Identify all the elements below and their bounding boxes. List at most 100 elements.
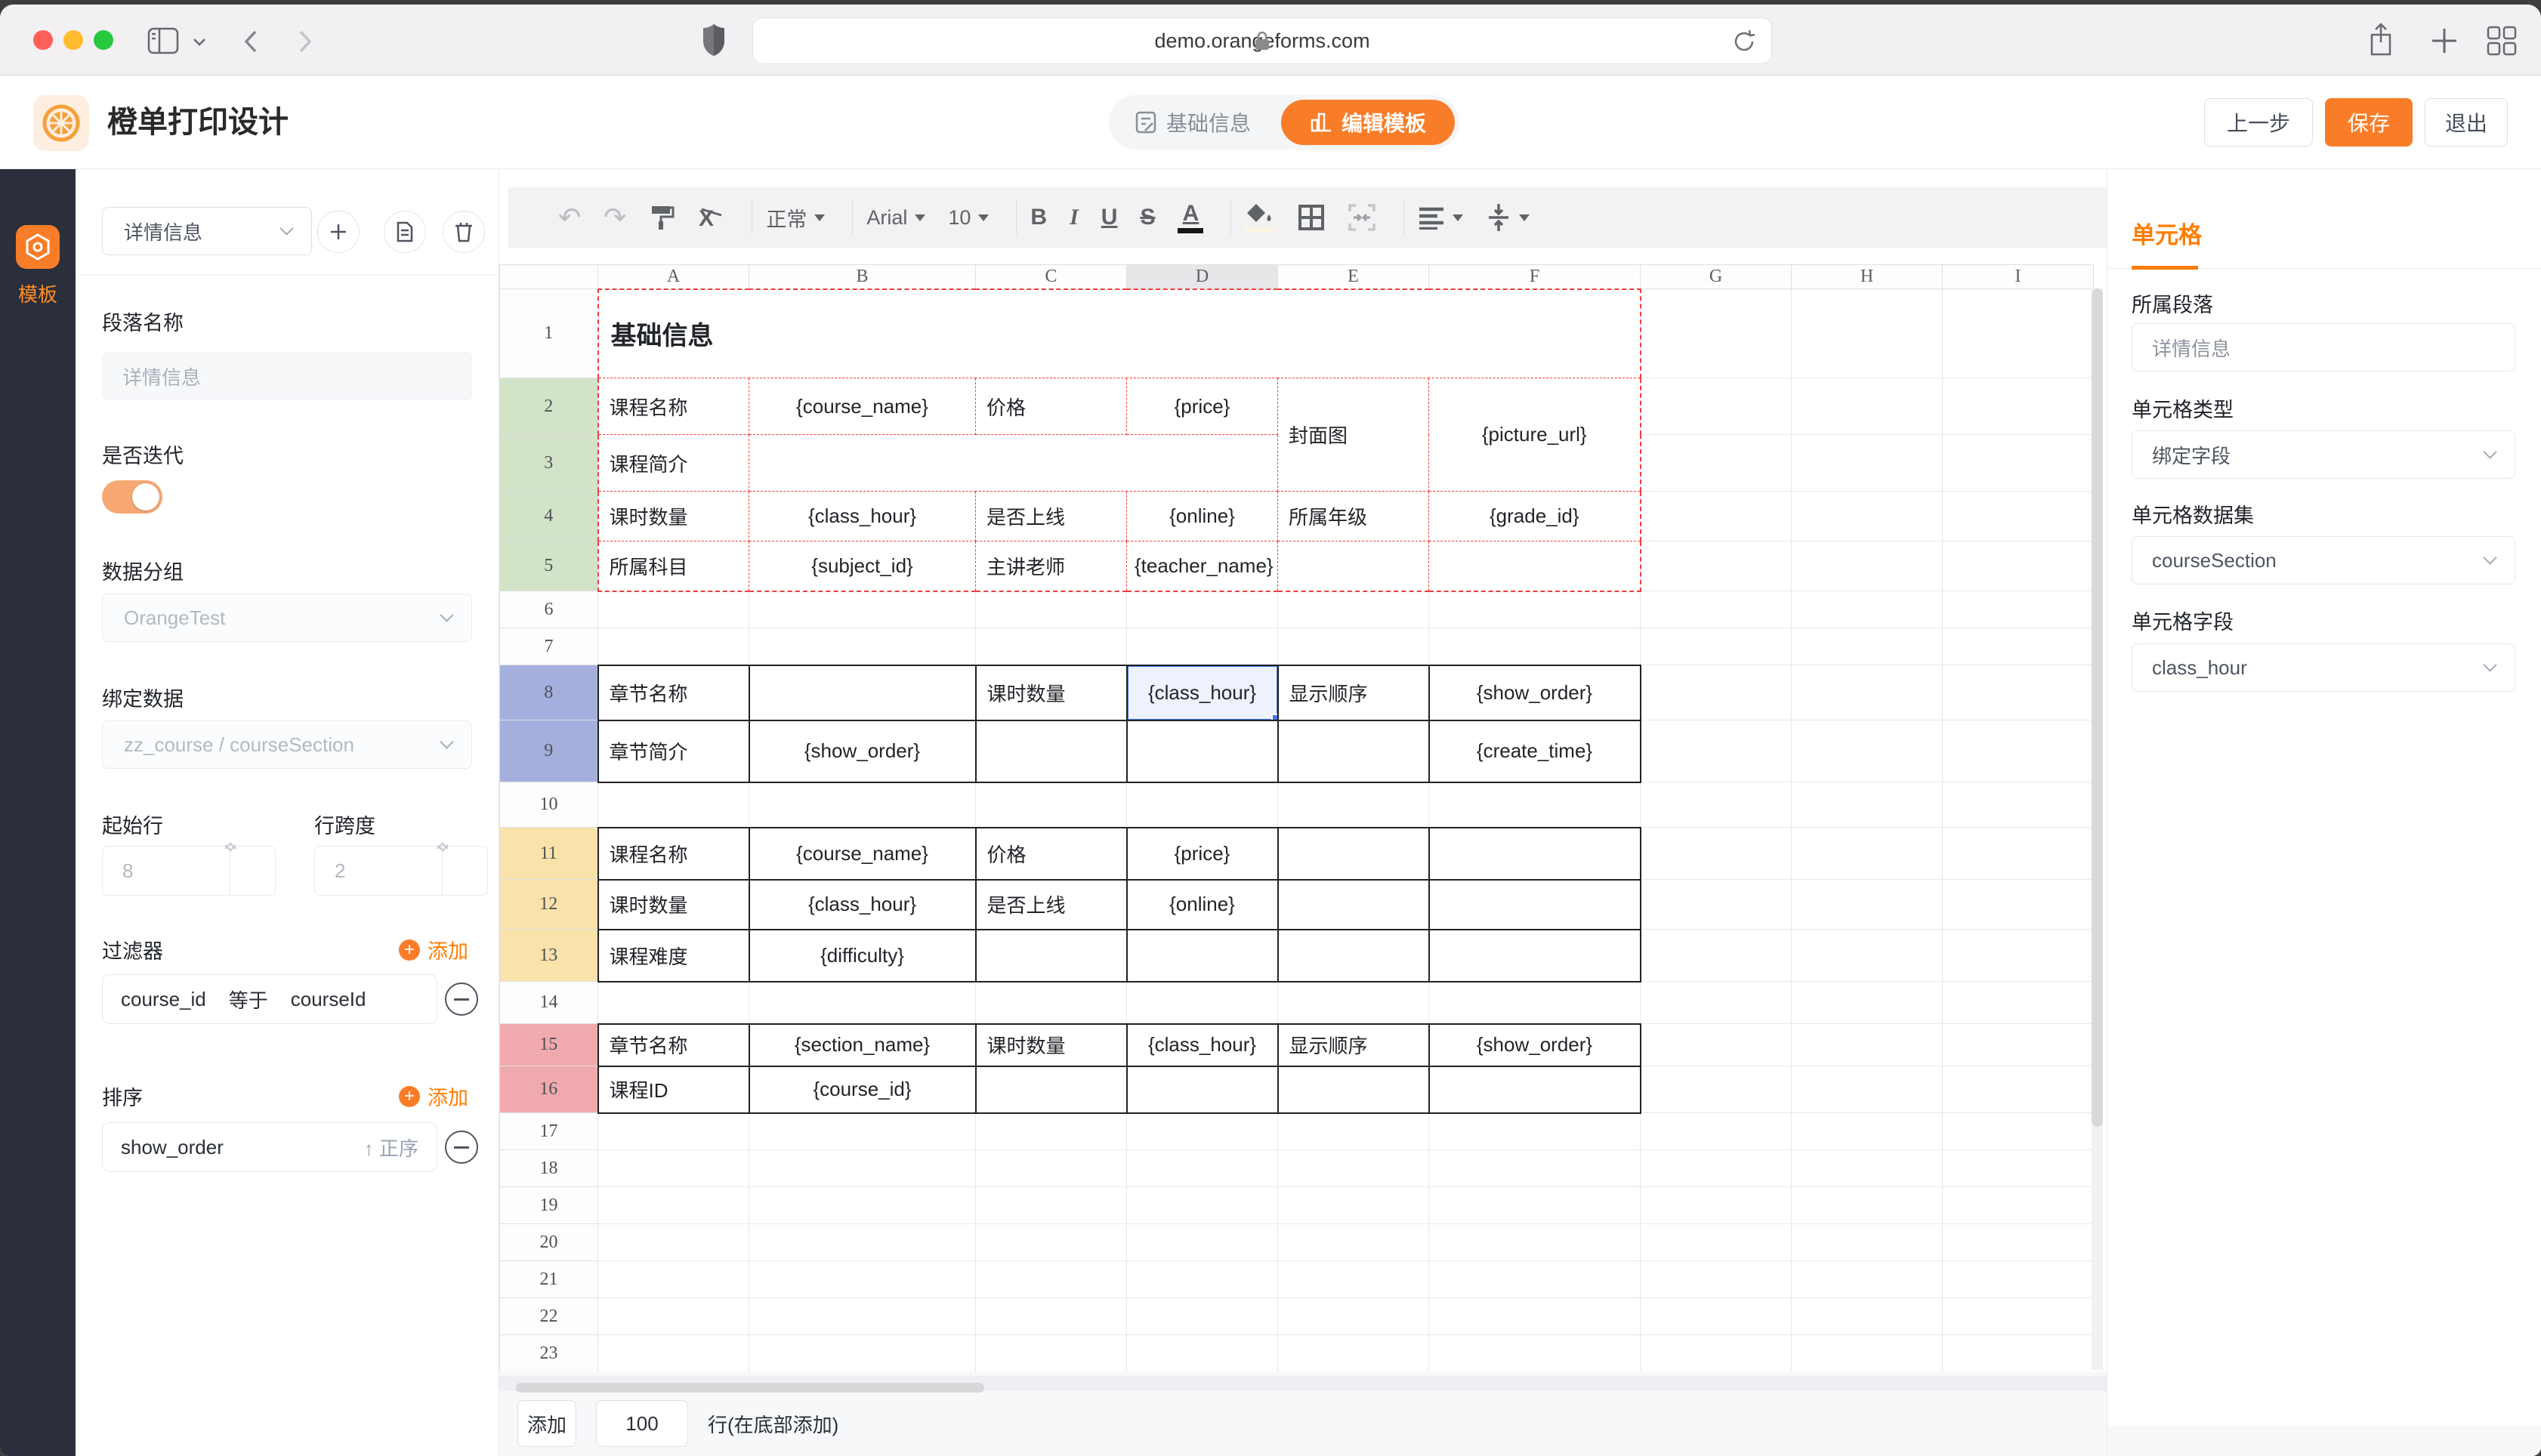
- cell[interactable]: [1792, 720, 1943, 782]
- row-header-14[interactable]: 14: [500, 982, 598, 1024]
- row-header-1[interactable]: 1: [500, 289, 598, 378]
- cell[interactable]: [976, 1187, 1127, 1224]
- cell-e5[interactable]: [1278, 541, 1429, 591]
- cell-d9[interactable]: [1127, 720, 1278, 782]
- url-bar[interactable]: demo.orangeforms.com: [752, 17, 1772, 64]
- merge-cells-icon[interactable]: [1348, 203, 1376, 232]
- minimize-window-button[interactable]: [63, 30, 83, 50]
- row-header-9[interactable]: 9: [500, 720, 598, 782]
- row-header-17[interactable]: 17: [500, 1113, 598, 1150]
- row-header-8[interactable]: 8: [500, 665, 598, 720]
- cell[interactable]: [1792, 591, 1943, 628]
- cell[interactable]: [1278, 591, 1429, 628]
- cell-a4[interactable]: 课时数量: [598, 492, 749, 541]
- cell[interactable]: [1127, 982, 1278, 1024]
- cell-field-select[interactable]: class_hour: [2132, 643, 2515, 692]
- cell[interactable]: [976, 591, 1127, 628]
- cell[interactable]: [1641, 541, 1792, 591]
- cell[interactable]: [1792, 930, 1943, 982]
- add-section-button[interactable]: [317, 211, 360, 253]
- row-header-10[interactable]: 10: [500, 782, 598, 828]
- cell-e4[interactable]: 所属年级: [1278, 492, 1429, 541]
- cell[interactable]: [1792, 1066, 1943, 1113]
- row-span-stepper[interactable]: 2: [314, 846, 488, 896]
- cell-b8[interactable]: [749, 665, 976, 720]
- cell[interactable]: [598, 1113, 749, 1150]
- cell-f2[interactable]: {picture_url}: [1429, 378, 1641, 492]
- cell-f5[interactable]: [1429, 541, 1641, 591]
- add-rows-button[interactable]: 添加: [517, 1400, 576, 1447]
- cell[interactable]: [1943, 1187, 2094, 1224]
- horizontal-scrollbar[interactable]: [499, 1376, 2107, 1391]
- cell[interactable]: [1943, 1224, 2094, 1261]
- col-header-g[interactable]: G: [1641, 265, 1792, 289]
- cell-e8[interactable]: 显示顺序: [1278, 665, 1429, 720]
- cell-f13[interactable]: [1429, 930, 1641, 982]
- clear-format-icon[interactable]: X: [697, 203, 724, 232]
- cell[interactable]: [1792, 665, 1943, 720]
- tab-edit-template[interactable]: 编辑模板: [1281, 100, 1455, 145]
- cell[interactable]: [1943, 720, 2094, 782]
- cell[interactable]: [749, 982, 976, 1024]
- section-select[interactable]: 详情信息: [102, 207, 312, 255]
- cell[interactable]: [1641, 1261, 1792, 1298]
- cell[interactable]: [1943, 665, 2094, 720]
- row-header-21[interactable]: 21: [500, 1261, 598, 1298]
- tab-basic-info[interactable]: 基础信息: [1109, 107, 1277, 137]
- cell[interactable]: [1127, 1261, 1278, 1298]
- cell[interactable]: [1127, 628, 1278, 665]
- cell[interactable]: [749, 591, 976, 628]
- remove-filter-button[interactable]: [445, 982, 478, 1016]
- cell[interactable]: [1792, 828, 1943, 880]
- cell-e11[interactable]: [1278, 828, 1429, 880]
- cell[interactable]: [598, 1261, 749, 1298]
- cell[interactable]: [1429, 628, 1641, 665]
- cell[interactable]: [1278, 1113, 1429, 1150]
- cell[interactable]: [1429, 591, 1641, 628]
- cell-d13[interactable]: [1127, 930, 1278, 982]
- nav-template-button[interactable]: [16, 225, 60, 269]
- row-header-6[interactable]: 6: [500, 591, 598, 628]
- cell[interactable]: [1943, 289, 2094, 378]
- cell[interactable]: [1127, 1187, 1278, 1224]
- cell-e13[interactable]: [1278, 930, 1429, 982]
- cell[interactable]: [1127, 1150, 1278, 1187]
- cell-b16[interactable]: {course_id}: [749, 1066, 976, 1113]
- cell[interactable]: [1792, 628, 1943, 665]
- exit-button[interactable]: 退出: [2425, 98, 2508, 147]
- cell-a8[interactable]: 章节名称: [598, 665, 749, 720]
- row-header-3[interactable]: 3: [500, 435, 598, 492]
- vertical-scrollbar-thumb[interactable]: [2092, 288, 2103, 1127]
- cell[interactable]: [1792, 982, 1943, 1024]
- cell[interactable]: [1792, 782, 1943, 828]
- font-family-dropdown[interactable]: Arial: [866, 206, 925, 230]
- row-header-20[interactable]: 20: [500, 1224, 598, 1261]
- cell[interactable]: [1278, 1335, 1429, 1372]
- cell[interactable]: [1278, 1261, 1429, 1298]
- cell[interactable]: [1278, 1224, 1429, 1261]
- cell-b5[interactable]: {subject_id}: [749, 541, 976, 591]
- redo-icon[interactable]: ↷: [604, 202, 626, 233]
- prev-step-button[interactable]: 上一步: [2204, 98, 2313, 147]
- col-header-b[interactable]: B: [749, 265, 976, 289]
- cell[interactable]: [598, 1335, 749, 1372]
- cell[interactable]: [1278, 982, 1429, 1024]
- cell[interactable]: [1792, 435, 1943, 492]
- sidebar-chevron-icon[interactable]: [190, 35, 208, 48]
- cell-a15[interactable]: 章节名称: [598, 1024, 749, 1066]
- cell[interactable]: [749, 628, 976, 665]
- cell[interactable]: [1943, 492, 2094, 541]
- col-header-e[interactable]: E: [1278, 265, 1429, 289]
- cell[interactable]: [1792, 1224, 1943, 1261]
- cell[interactable]: [1641, 628, 1792, 665]
- cell-a3[interactable]: 课程简介: [598, 435, 749, 492]
- cell-f12[interactable]: [1429, 880, 1641, 930]
- add-rows-count-input[interactable]: 100: [596, 1400, 688, 1447]
- strikethrough-icon[interactable]: S: [1140, 205, 1155, 230]
- start-row-stepper[interactable]: 8: [102, 846, 276, 896]
- cell-a11[interactable]: 课程名称: [598, 828, 749, 880]
- cell[interactable]: [598, 782, 749, 828]
- cell[interactable]: [1641, 435, 1792, 492]
- col-header-c[interactable]: C: [976, 265, 1127, 289]
- cell[interactable]: [749, 1298, 976, 1335]
